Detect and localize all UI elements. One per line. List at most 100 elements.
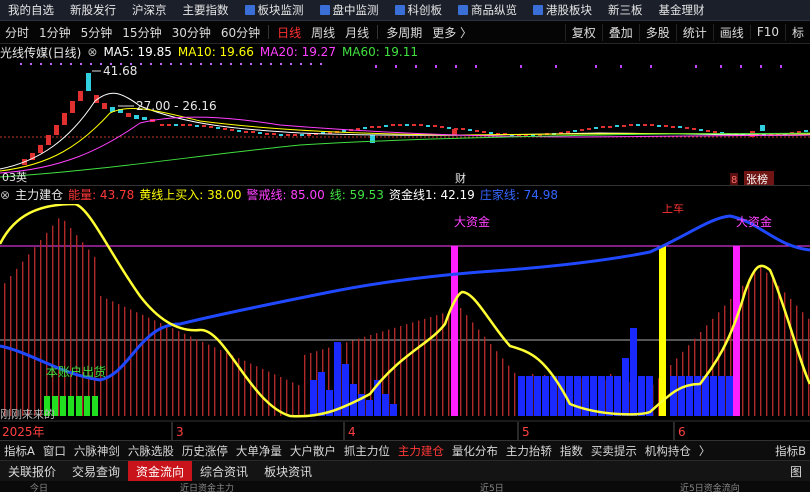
candle bbox=[447, 127, 451, 129]
indicator-tab-1[interactable]: 窗口 bbox=[39, 443, 70, 459]
legend-toggle-icon[interactable]: ⊗ bbox=[87, 45, 97, 59]
energy-bar bbox=[220, 350, 222, 416]
period-separator bbox=[268, 25, 270, 39]
nav-item-2[interactable]: 沪深京 bbox=[124, 0, 175, 20]
nav-item-7[interactable]: 商品纵览 bbox=[450, 0, 525, 20]
period-item-9[interactable]: 多周期 bbox=[381, 24, 427, 41]
nav-item-label: 主要指数 bbox=[182, 3, 229, 17]
signal-dot bbox=[50, 63, 52, 65]
nav-item-9[interactable]: 新三板 bbox=[600, 0, 651, 20]
indicator-tab-9[interactable]: 量化分布 bbox=[448, 443, 502, 459]
indicator-tab-0[interactable]: 指标A bbox=[0, 443, 39, 459]
capital-line-value: 资金线1: 42.19 bbox=[388, 188, 475, 202]
energy-bar bbox=[28, 254, 30, 416]
finance-marker[interactable]: 财 bbox=[455, 171, 466, 185]
signal-dot bbox=[20, 63, 22, 65]
period-item-7[interactable]: 周线 bbox=[306, 24, 340, 41]
indicator-b-tab[interactable]: 指标B bbox=[771, 443, 810, 459]
indicator-tab-11[interactable]: 指数 bbox=[556, 443, 587, 459]
candle bbox=[482, 131, 486, 133]
indicator-tab-5[interactable]: 大单净量 bbox=[232, 443, 286, 459]
indicator-toggle-icon[interactable]: ⊗ bbox=[0, 188, 10, 202]
candle bbox=[216, 127, 220, 129]
indicator-tab-12[interactable]: 买卖提示 bbox=[587, 443, 641, 459]
candle bbox=[174, 124, 178, 126]
candle bbox=[573, 130, 577, 132]
capital-bar bbox=[318, 372, 325, 416]
period-item-8[interactable]: 月线 bbox=[340, 24, 374, 41]
signal-dot bbox=[200, 63, 202, 65]
bottom-right-tab[interactable]: 图 bbox=[782, 461, 810, 481]
tool-item-0[interactable]: 复权 bbox=[564, 23, 602, 41]
indicator-tab-2[interactable]: 六脉神剑 bbox=[70, 443, 124, 459]
signal-dot bbox=[270, 63, 272, 65]
zhangbang-marker[interactable]: 张榜 bbox=[746, 172, 768, 186]
period-item-6[interactable]: 日线 bbox=[272, 24, 306, 41]
indicator-tab-10[interactable]: 主力抬轿 bbox=[502, 443, 556, 459]
signal-dot bbox=[220, 63, 222, 65]
ma10-value: MA10: 19.66 bbox=[177, 45, 254, 59]
tool-item-5[interactable]: F10 bbox=[749, 25, 785, 39]
period-item-4[interactable]: 30分钟 bbox=[167, 24, 216, 41]
nav-item-0[interactable]: 我的自选 bbox=[0, 0, 62, 20]
candle bbox=[566, 131, 570, 133]
indicator-tab-3[interactable]: 六脉选股 bbox=[124, 443, 178, 459]
energy-bar bbox=[508, 365, 510, 416]
bottom-tab-0[interactable]: 关联报价 bbox=[0, 461, 64, 481]
indicator-name[interactable]: 主力建仓 bbox=[15, 186, 63, 203]
capital-bar bbox=[726, 376, 733, 416]
nav-item-6[interactable]: 科创板 bbox=[387, 0, 451, 20]
tool-item-2[interactable]: 多股 bbox=[638, 23, 676, 41]
period-item-3[interactable]: 15分钟 bbox=[117, 24, 166, 41]
period-item-0[interactable]: 分时 bbox=[0, 24, 34, 41]
ma60-line bbox=[0, 132, 810, 178]
energy-bar bbox=[136, 312, 138, 416]
stock-title[interactable]: 光线传媒(日线) bbox=[0, 44, 81, 60]
bottom-tab-1[interactable]: 交易查询 bbox=[64, 461, 128, 481]
nav-item-8[interactable]: 港股板块 bbox=[525, 0, 600, 20]
nav-item-5[interactable]: 盘中监测 bbox=[312, 0, 387, 20]
indicator-tab-14[interactable]: 〉 bbox=[695, 443, 715, 459]
indicator-tab-8[interactable]: 主力建仓 bbox=[394, 443, 448, 459]
nav-item-4[interactable]: 板块监测 bbox=[237, 0, 312, 20]
tool-item-6[interactable]: 标 bbox=[784, 23, 810, 41]
signal-dot bbox=[70, 63, 72, 65]
indicator-tab-13[interactable]: 机构持仓 bbox=[641, 443, 695, 459]
energy-bar bbox=[796, 305, 798, 416]
bottom-tab-3[interactable]: 综合资讯 bbox=[192, 461, 256, 481]
footer-strip: 今日 近日资金主力 近5日 近5日资金流向 bbox=[0, 481, 810, 492]
bottom-tab-4[interactable]: 板块资讯 bbox=[256, 461, 320, 481]
candle bbox=[54, 125, 59, 135]
alert-value: 警戒线: 85.00 bbox=[246, 188, 325, 202]
candle bbox=[468, 129, 472, 131]
energy-bar bbox=[196, 339, 198, 416]
energy-bar bbox=[172, 328, 174, 416]
tool-item-4[interactable]: 画线 bbox=[712, 23, 750, 41]
indicator-tab-6[interactable]: 大户散户 bbox=[286, 443, 340, 459]
candle bbox=[398, 124, 402, 126]
energy-bar bbox=[118, 304, 120, 416]
signal-dot bbox=[415, 65, 417, 68]
period-item-2[interactable]: 5分钟 bbox=[76, 24, 118, 41]
indicator-chart[interactable]: 大资金 大资金 上车 本账户出货 刚刚来来的 2025年 3 4 5 6 bbox=[0, 204, 810, 440]
nav-item-label: 盘中监测 bbox=[332, 3, 379, 17]
period-item-1[interactable]: 1分钟 bbox=[34, 24, 76, 41]
indicator-tabs: 指标A 窗口 六脉神剑 六脉选股 历史涨停 大单净量 大户散户 抓主力位 主力建仓 量化分布 主力抬… bbox=[0, 440, 810, 460]
signal-dot bbox=[80, 63, 82, 65]
period-item-5[interactable]: 60分钟 bbox=[216, 24, 265, 41]
tool-item-1[interactable]: 叠加 bbox=[601, 23, 639, 41]
tool-item-3[interactable]: 统计 bbox=[675, 23, 713, 41]
indicator-tab-7[interactable]: 抓主力位 bbox=[340, 443, 394, 459]
nav-item-1[interactable]: 新股发行 bbox=[62, 0, 124, 20]
ma5-value: MA5: 19.85 bbox=[103, 45, 172, 59]
price-chart[interactable]: 41.68 27.00 - 26.16 03英 财 8 张榜 bbox=[0, 61, 810, 186]
period-item-10[interactable]: 更多 〉 bbox=[427, 24, 477, 41]
nav-item-10[interactable]: 基金理财 bbox=[651, 0, 713, 20]
indicator-tab-4[interactable]: 历史涨停 bbox=[178, 443, 232, 459]
candle bbox=[356, 128, 360, 130]
capital-bar bbox=[614, 376, 621, 416]
bottom-tab-2[interactable]: 资金流向 bbox=[128, 461, 193, 481]
candle bbox=[209, 126, 213, 128]
nav-item-3[interactable]: 主要指数 bbox=[175, 0, 237, 20]
energy-bar bbox=[490, 344, 492, 416]
